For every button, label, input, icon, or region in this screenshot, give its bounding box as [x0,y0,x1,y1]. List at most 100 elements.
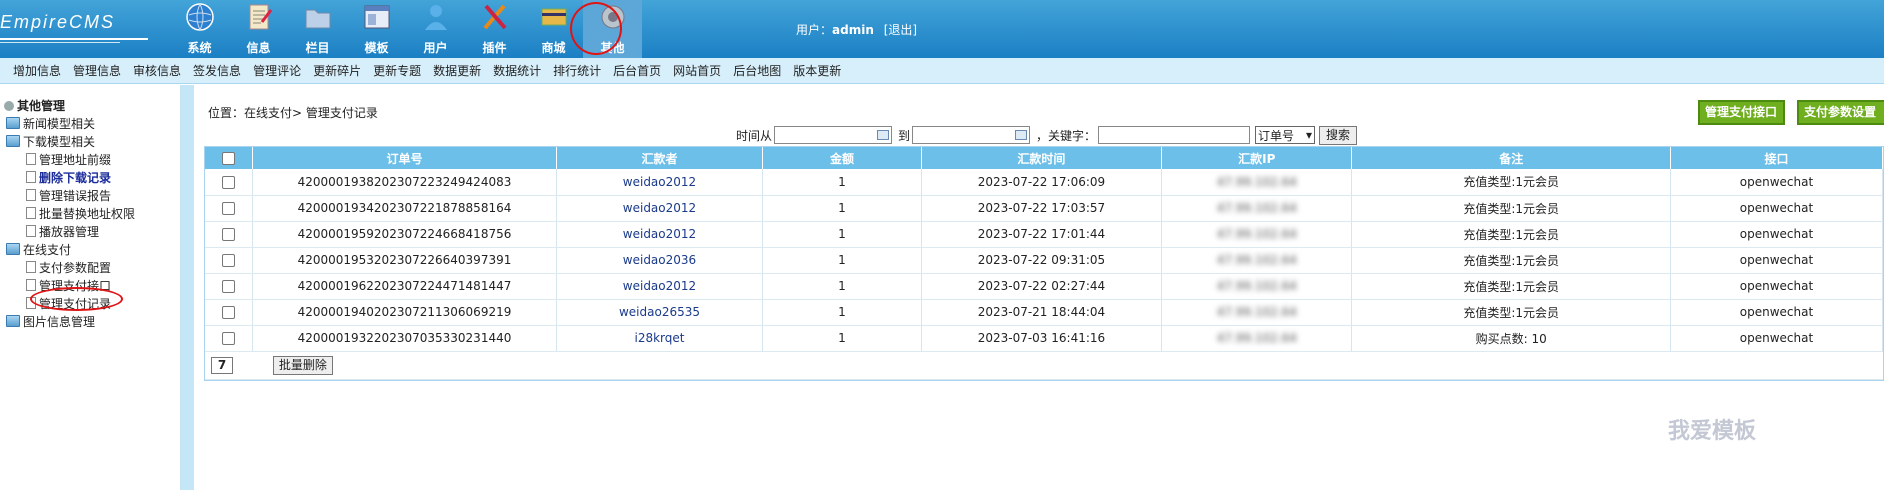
calendar-icon[interactable] [877,130,890,140]
api-cell: openwechat [1670,221,1884,248]
row-checkbox[interactable] [222,254,236,267]
table-row[interactable]: 4200001962202307224471481447 weidao2012 1 2… [205,273,1884,300]
table-row[interactable]: 4200001959202307224668418756 weidao2012 1 2… [205,221,1884,248]
api-text: openwechat [1739,201,1814,215]
date-from-input[interactable] [774,126,893,144]
user-text[interactable]: weidao2012 [623,227,696,241]
table-row[interactable]: 4200001940202307211306069219 weidao26535 1… [205,299,1884,326]
amount-cell: 1 [762,247,922,274]
submenu-item[interactable]: 后台首页 [607,58,667,83]
tree-item[interactable]: 播放器管理 [4,223,135,241]
tree-item[interactable]: 新闻模型相关 [4,115,135,133]
nav-column[interactable]: 栏目 [288,0,347,58]
table-row[interactable]: 4200001932202307035330231440 i28krqet 1 202… [205,325,1884,352]
nav-template[interactable]: 模板 [347,0,406,58]
note-cell: 充值类型:1元会员 [1351,247,1671,274]
api-text: openwechat [1739,279,1814,293]
folder-icon [6,315,20,327]
bulk-delete-button[interactable]: 批量删除 [272,355,333,375]
order-text: 4200001953202307226640397391 [297,253,512,267]
row-checkbox-cell [205,247,254,274]
ip-cell: 47.99.102.64 [1161,247,1353,274]
col-header: 金额 [762,147,922,169]
time-text: 2023-07-22 17:03:57 [977,201,1106,215]
api-cell: openwechat [1670,273,1884,300]
nav-system[interactable]: 系统 [170,0,229,58]
nav-user[interactable]: 用户 [406,0,465,58]
table-header-row: 订单号 汇款者 金额 汇款时间 汇款IP 备注 接口 [205,147,1884,169]
tree-item[interactable]: 管理地址前缀 [4,151,135,169]
note-cell: 充值类型:1元会员 [1351,221,1671,248]
row-checkbox-cell [205,169,254,196]
user-text[interactable]: weidao2012 [623,175,696,189]
user-text[interactable]: i28krqet [634,331,684,345]
user-text[interactable]: weidao2012 [623,279,696,293]
submenu-item[interactable]: 数据统计 [487,58,547,83]
select-all-checkbox[interactable] [222,152,236,165]
keyword-input[interactable] [1098,126,1251,144]
logout-link[interactable]: [退出] [884,23,917,37]
order-cell: 4200001934202307221878858164 [252,195,557,222]
row-checkbox[interactable] [222,228,236,241]
user-text[interactable]: weidao2012 [623,201,696,215]
breadcrumb: 位置：在线支付> 管理支付记录 [208,106,378,120]
nav-label: 栏目 [305,41,330,55]
tree-item[interactable]: 下载模型相关 [4,133,135,151]
col-header: 接口 [1670,147,1884,169]
chevron-down-icon: ▾ [1306,128,1313,142]
footer-cell: 7 批量删除 [205,351,1883,380]
date-to-input[interactable] [912,126,1031,144]
submenu-item[interactable]: 排行统计 [547,58,607,83]
row-checkbox[interactable] [222,202,236,215]
manage-pay-api-button[interactable]: 管理支付接口 [1698,100,1785,125]
tree-item[interactable]: 图片信息管理 [4,313,135,331]
table-row[interactable]: 4200001934202307221878858164 weidao2012 1 2… [205,195,1884,222]
tools-icon [483,4,507,30]
ip-text: 47.99.102.64 [1216,201,1297,215]
submenu-item[interactable]: 版本更新 [787,58,847,83]
main-content: 位置：在线支付> 管理支付记录 管理支付接口 支付参数设置 时间从 到 ，关键字… [194,85,1884,490]
submenu-item[interactable]: 更新专题 [367,58,427,83]
calendar-icon[interactable] [1015,130,1028,140]
nav-plugin[interactable]: 插件 [465,0,524,58]
table-row[interactable]: 4200001953202307226640397391 weidao2036 1 2… [205,247,1884,274]
user-text[interactable]: weidao2036 [623,253,696,267]
note-cell: 充值类型:1元会员 [1351,169,1671,196]
row-checkbox[interactable] [222,306,236,319]
table-row[interactable]: 4200001938202307223249424083 weidao2012 1 2… [205,169,1884,196]
page-icon [26,171,36,183]
folder-icon [305,9,331,29]
submenu-item[interactable]: 网站首页 [667,58,727,83]
row-checkbox[interactable] [222,332,236,345]
submenu-item[interactable]: 审核信息 [127,58,187,83]
submenu-item[interactable]: 数据更新 [427,58,487,83]
amount-text: 1 [838,201,846,215]
amount-text: 1 [838,331,846,345]
submenu-item[interactable]: 更新碎片 [307,58,367,83]
field-select[interactable]: 订单号 ▾ [1255,126,1316,144]
submenu-item[interactable]: 增加信息 [7,58,67,83]
pay-config-button[interactable]: 支付参数设置 [1797,100,1884,125]
submenu-item[interactable]: 管理评论 [247,58,307,83]
submenu-item[interactable]: 后台地图 [727,58,787,83]
frame-splitter[interactable] [180,85,194,490]
api-cell: openwechat [1670,195,1884,222]
tree-item[interactable]: 批量替换地址权限 [4,205,135,223]
row-checkbox-cell [205,221,254,248]
submenu-item[interactable]: 签发信息 [187,58,247,83]
row-checkbox[interactable] [222,280,236,293]
tree-item[interactable]: 支付参数配置 [4,259,135,277]
user-text[interactable]: weidao26535 [619,305,700,319]
row-checkbox[interactable] [222,175,236,189]
time-text: 2023-07-22 02:27:44 [977,279,1106,293]
col-header: 汇款IP [1161,147,1353,169]
tree-item[interactable]: 管理错误报告 [4,187,135,205]
tree-item[interactable]: 删除下载记录 [4,169,135,187]
tree-item[interactable]: 在线支付 [4,241,135,259]
col-header: 备注 [1351,147,1671,169]
top-header: EmpireCMS 系统 信息 栏目 模板 用户 插件 商城 其他 用户：adm… [0,0,1884,58]
nav-info[interactable]: 信息 [229,0,288,58]
submenu-item[interactable]: 管理信息 [67,58,127,83]
tree-item[interactable]: 其他管理 [4,97,135,115]
search-button[interactable]: 搜索 [1319,125,1358,145]
